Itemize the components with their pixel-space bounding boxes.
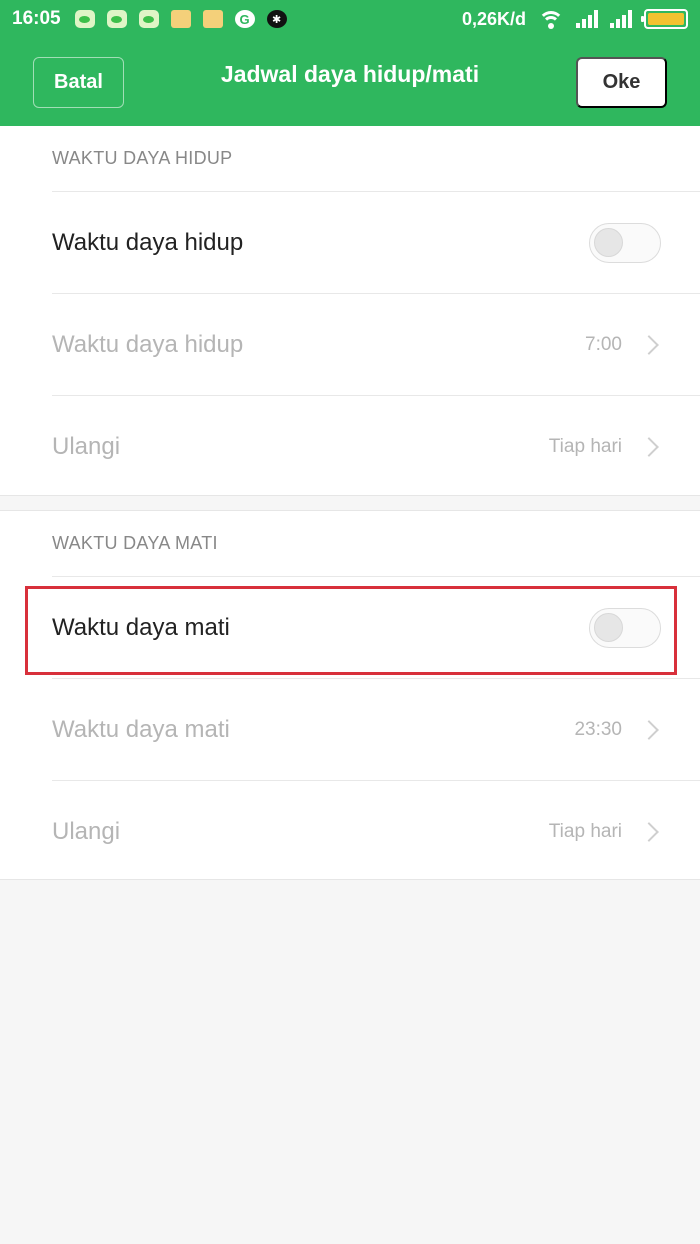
power-on-section: WAKTU DAYA HIDUP Waktu daya hidup Waktu … bbox=[0, 126, 700, 496]
signal-icon bbox=[576, 10, 598, 28]
row-label: Waktu daya hidup bbox=[52, 330, 244, 358]
message-icon bbox=[202, 10, 223, 28]
power-on-repeat-row[interactable]: Ulangi Tiap hari bbox=[52, 395, 700, 497]
status-bar: 16:05 G ✱ 0,26K/d bbox=[0, 0, 700, 38]
chevron-right-icon bbox=[639, 334, 659, 355]
chevron-right-icon bbox=[639, 719, 659, 740]
row-label: Ulangi bbox=[52, 817, 121, 845]
ok-button[interactable]: Oke bbox=[576, 57, 667, 108]
network-speed: 0,26K/d bbox=[461, 8, 526, 29]
row-label: Waktu daya hidup bbox=[52, 228, 244, 256]
page-title: Jadwal daya hidup/mati bbox=[220, 61, 480, 87]
message-icon bbox=[170, 10, 191, 28]
chevron-right-icon bbox=[639, 436, 659, 457]
power-off-time-value: 23:30 bbox=[574, 718, 622, 740]
line-icon bbox=[106, 10, 127, 28]
power-on-time-value: 7:00 bbox=[585, 333, 622, 355]
cancel-button[interactable]: Batal bbox=[33, 57, 124, 108]
power-off-repeat-row[interactable]: Ulangi Tiap hari bbox=[52, 780, 700, 882]
toggle-knob bbox=[594, 227, 623, 257]
row-label: Waktu daya mati bbox=[52, 715, 230, 743]
power-off-section: WAKTU DAYA MATI Waktu daya mati Waktu da… bbox=[0, 510, 700, 880]
notification-icons: G ✱ bbox=[74, 10, 287, 28]
row-label: Ulangi bbox=[52, 432, 121, 460]
power-off-time-row[interactable]: Waktu daya mati 23:30 bbox=[52, 678, 700, 780]
bug-icon: ✱ bbox=[266, 10, 287, 28]
row-label: Waktu daya mati bbox=[52, 613, 230, 641]
signal-icon bbox=[610, 10, 632, 28]
wifi-icon bbox=[538, 9, 564, 29]
power-on-toggle-row[interactable]: Waktu daya hidup bbox=[52, 191, 700, 293]
line-icon bbox=[138, 10, 159, 28]
power-off-toggle-row[interactable]: Waktu daya mati bbox=[52, 576, 700, 678]
power-off-toggle[interactable] bbox=[589, 607, 661, 648]
power-on-time-row[interactable]: Waktu daya hidup 7:00 bbox=[52, 293, 700, 395]
status-right: 0,26K/d bbox=[462, 9, 688, 30]
section-header: WAKTU DAYA HIDUP bbox=[52, 148, 233, 168]
power-on-repeat-value: Tiap hari bbox=[548, 435, 622, 457]
line-icon bbox=[74, 10, 95, 28]
title-bar: Batal Jadwal daya hidup/mati Oke bbox=[0, 38, 700, 126]
section-header: WAKTU DAYA MATI bbox=[52, 533, 218, 553]
google-icon: G bbox=[234, 10, 255, 28]
power-off-repeat-value: Tiap hari bbox=[548, 820, 622, 842]
chevron-right-icon bbox=[639, 821, 659, 842]
battery-icon bbox=[641, 9, 688, 29]
toggle-knob bbox=[594, 612, 623, 642]
screen: 16:05 G ✱ 0,26K/d Batal Jadwal daya hidu… bbox=[0, 0, 700, 1244]
status-time: 16:05 bbox=[12, 8, 61, 29]
power-on-toggle[interactable] bbox=[589, 222, 661, 263]
